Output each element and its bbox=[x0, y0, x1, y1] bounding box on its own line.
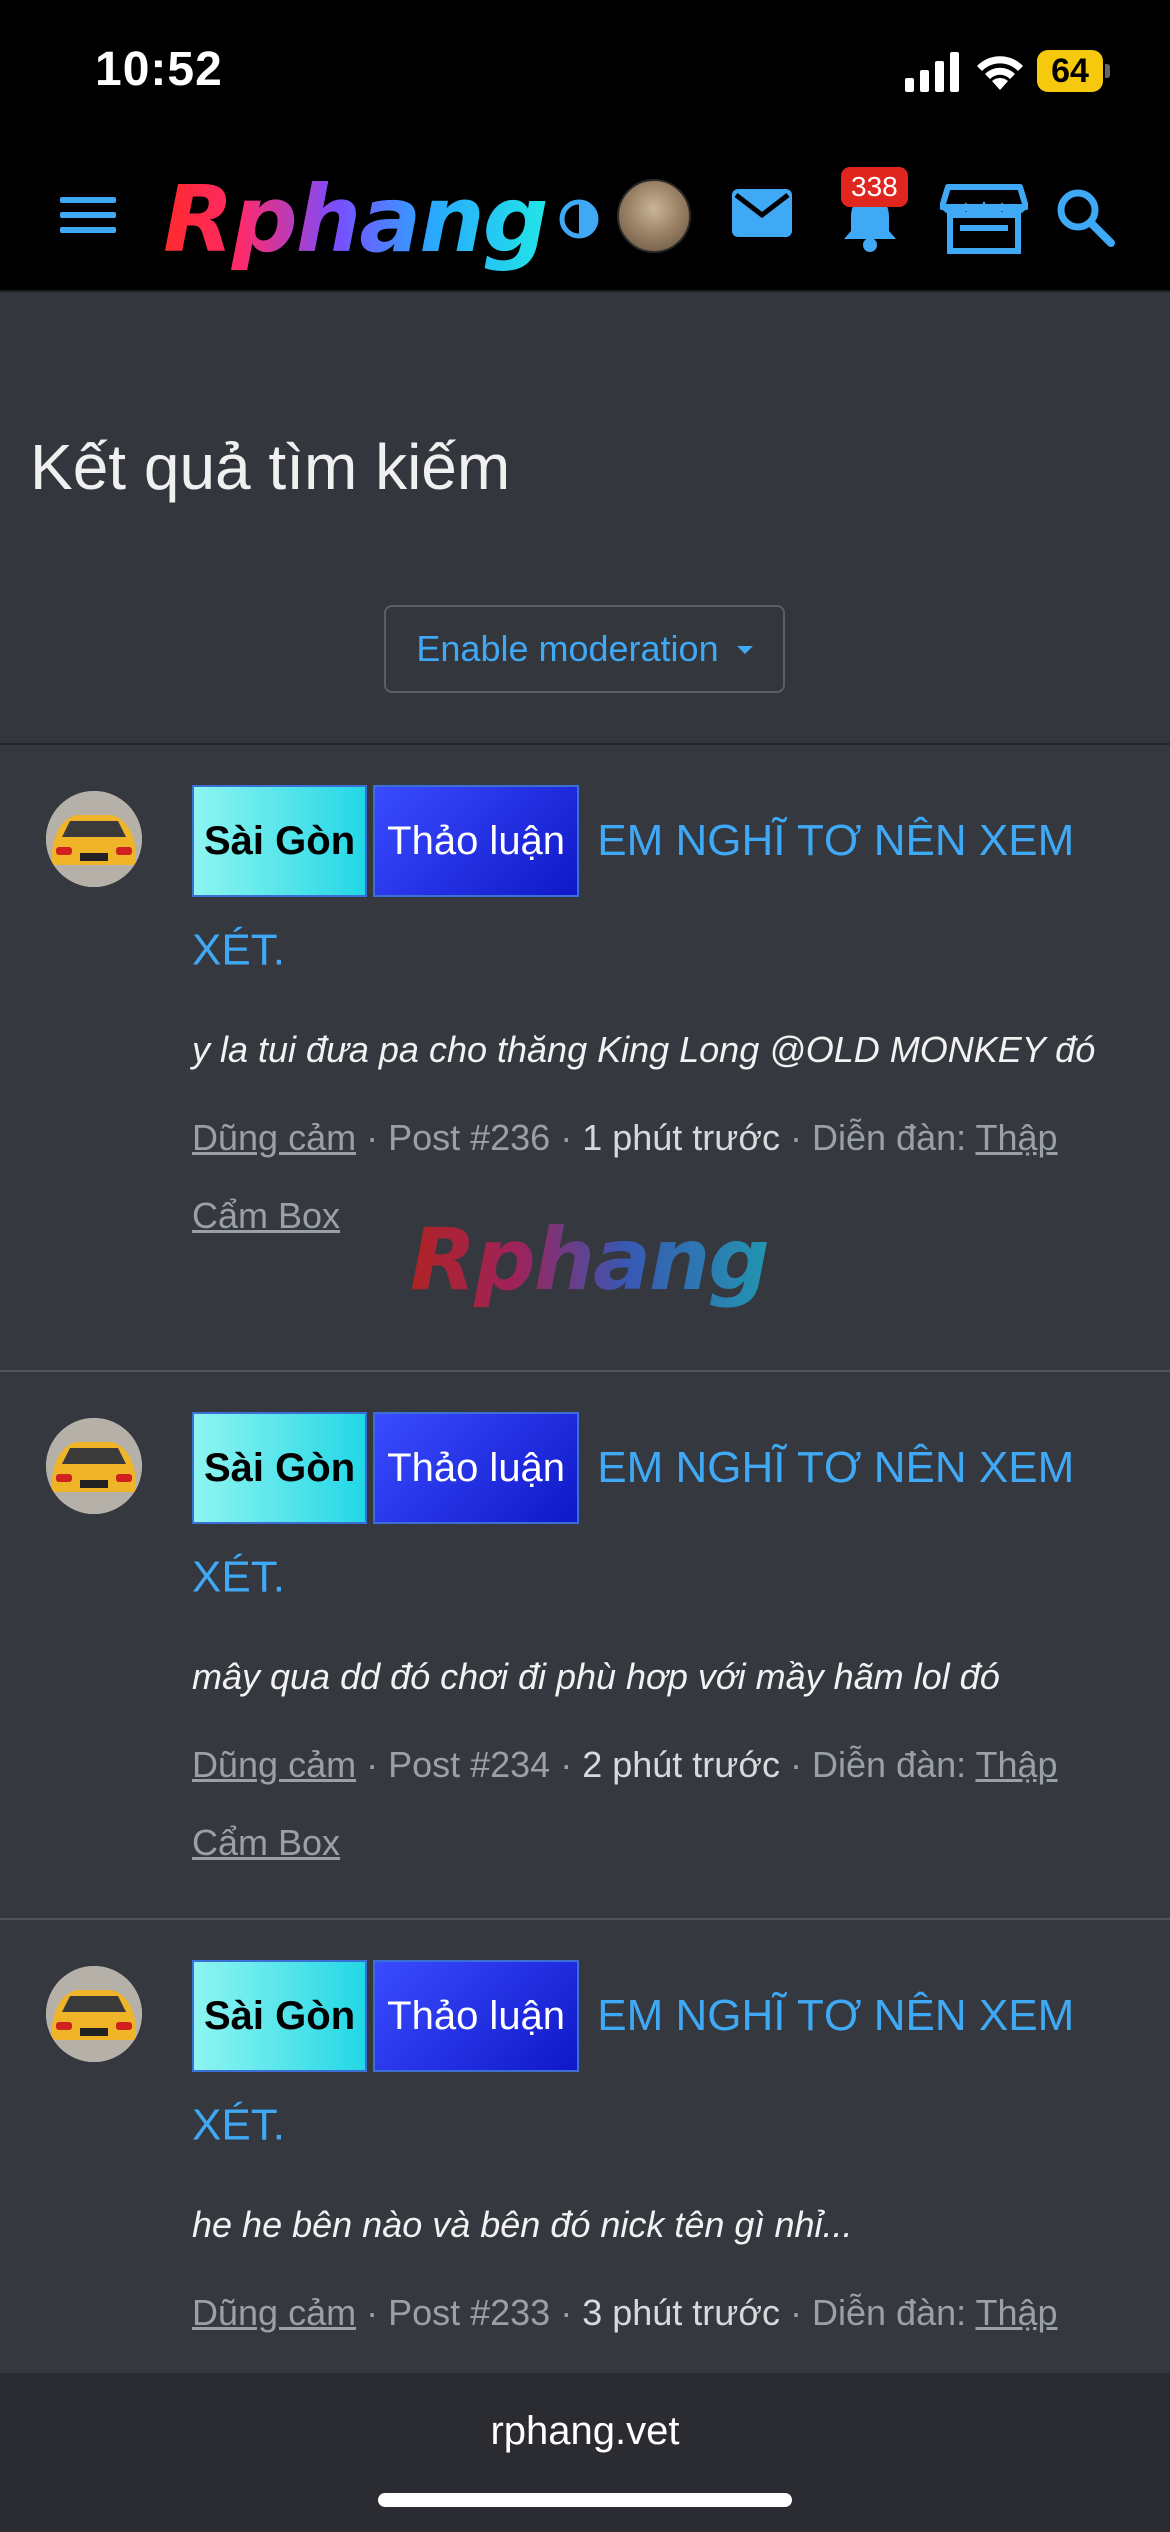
search-icon[interactable] bbox=[1055, 187, 1115, 247]
home-indicator[interactable] bbox=[378, 2493, 792, 2507]
mail-icon[interactable] bbox=[730, 185, 794, 241]
author-link[interactable]: Dũng cảm bbox=[192, 2292, 356, 2333]
author-avatar[interactable] bbox=[46, 791, 142, 887]
author-avatar[interactable] bbox=[46, 1966, 142, 2062]
post-number: Post #234 bbox=[388, 1744, 551, 1786]
post-time: 3 phút trước bbox=[582, 2292, 780, 2334]
battery-level: 64 bbox=[1037, 50, 1103, 92]
notification-badge: 338 bbox=[841, 167, 908, 207]
cellular-signal-icon bbox=[905, 52, 959, 92]
forum-label: Diễn đàn: bbox=[812, 1744, 967, 1786]
watermark-logo: Rphang bbox=[410, 1210, 770, 1310]
forum-label: Diễn đàn: bbox=[812, 1117, 967, 1159]
author-avatar[interactable] bbox=[46, 1418, 142, 1514]
post-snippet: y la tui đưa pa cho thăng King Long @OLD… bbox=[192, 1029, 1096, 1071]
enable-moderation-label: Enable moderation bbox=[416, 628, 719, 669]
forum-label: Diễn đàn: bbox=[812, 2292, 967, 2334]
prefix-discussion-badge[interactable]: Thảo luận bbox=[373, 1960, 580, 2072]
prefix-discussion-badge[interactable]: Thảo luận bbox=[373, 1412, 580, 1524]
post-meta: Dũng cảm · Post #234 · 2 phút trước · Di… bbox=[192, 1744, 1058, 1864]
site-logo[interactable]: Rphang bbox=[163, 165, 549, 275]
search-result-item: Sài Gòn Thảo luận EM NGHĨ TƠ NÊN XEM XÉT.… bbox=[0, 1920, 1170, 2420]
post-number: Post #233 bbox=[388, 2292, 551, 2334]
post-snippet: he he bên nào và bên đó nick tên gì nhỉ.… bbox=[192, 2204, 853, 2246]
prefix-city-badge[interactable]: Sài Gòn bbox=[192, 1412, 368, 1524]
prefix-city-badge[interactable]: Sài Gòn bbox=[192, 1960, 368, 2072]
user-avatar[interactable] bbox=[617, 179, 691, 253]
search-results: Sài Gòn Thảo luận EM NGHĨ TƠ NÊN XEM XÉT.… bbox=[0, 743, 1170, 2420]
browser-address-bar[interactable]: rphang.vet bbox=[0, 2373, 1170, 2532]
post-time: 1 phút trước bbox=[582, 1117, 780, 1159]
app-header: Rphang 338 bbox=[0, 145, 1170, 292]
car-avatar-icon bbox=[46, 1966, 142, 2062]
domain-text[interactable]: rphang.vet bbox=[0, 2409, 1170, 2454]
post-number: Post #236 bbox=[388, 1117, 551, 1159]
car-avatar-icon bbox=[46, 791, 142, 887]
notifications[interactable]: 338 bbox=[835, 165, 915, 265]
author-link[interactable]: Dũng cảm bbox=[192, 1744, 356, 1785]
post-snippet: mây qua dd đó chơi đi phù hơp với mầy hã… bbox=[192, 1656, 1000, 1698]
post-time: 2 phút trước bbox=[582, 1744, 780, 1786]
prefix-city-badge[interactable]: Sài Gòn bbox=[192, 785, 368, 897]
prefix-discussion-badge[interactable]: Thảo luận bbox=[373, 785, 580, 897]
theme-toggle-icon[interactable] bbox=[557, 197, 601, 241]
search-result-item: Sài Gòn Thảo luận EM NGHĨ TƠ NÊN XEM XÉT.… bbox=[0, 1372, 1170, 1920]
wifi-icon bbox=[977, 56, 1023, 90]
store-icon[interactable] bbox=[940, 183, 1028, 255]
battery-icon: 64 bbox=[1037, 50, 1110, 92]
enable-moderation-button[interactable]: Enable moderation bbox=[384, 605, 785, 693]
menu-icon[interactable] bbox=[60, 191, 120, 239]
chevron-down-icon bbox=[736, 646, 753, 654]
author-link[interactable]: Dũng cảm bbox=[192, 1117, 356, 1158]
car-avatar-icon bbox=[46, 1418, 142, 1514]
status-bar: 10:52 64 bbox=[0, 0, 1170, 145]
status-time: 10:52 bbox=[95, 43, 223, 96]
page-title: Kết quả tìm kiếm bbox=[30, 431, 511, 503]
